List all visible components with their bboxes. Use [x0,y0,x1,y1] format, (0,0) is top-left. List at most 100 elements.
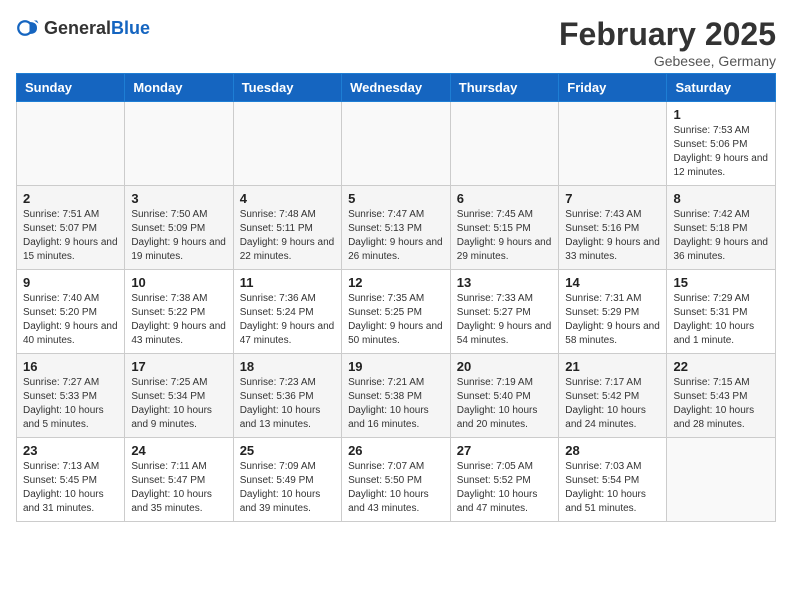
calendar-cell: 19 Sunrise: 7:21 AM Sunset: 5:38 PM Dayli… [342,354,451,438]
calendar-cell: 25Sunrise: 7:09 AM Sunset: 5:49 PM Dayli… [233,438,341,522]
day-number: 21 [565,359,660,374]
calendar-cell: 3 Sunrise: 7:50 AM Sunset: 5:09 PM Daylig… [125,186,233,270]
day-info: Sunrise: 7:47 AM Sunset: 5:13 PM Dayligh… [348,208,444,264]
calendar-cell: 26 Sunrise: 7:07 AM Sunset: 5:50 PM Dayli… [342,438,451,522]
day-info: Sunrise: 7:07 AM Sunset: 5:50 PM Dayligh… [348,460,444,516]
day-info: Sunrise: 7:36 AM Sunset: 5:24 PM Dayligh… [240,292,335,348]
calendar-week-row: 1 Sunrise: 7:53 AM Sunset: 5:06 PM Daylig… [17,102,776,186]
day-info: Sunrise: 7:15 AM Sunset: 5:43 PM Dayligh… [673,376,769,432]
day-number: 27 [457,443,553,458]
day-number: 5 [348,191,444,206]
calendar-cell: 9 Sunrise: 7:40 AM Sunset: 5:20 PM Daylig… [17,270,125,354]
page-header: GeneralBlue February 2025 Gebesee, Germa… [16,16,776,69]
day-info: Sunrise: 7:21 AM Sunset: 5:38 PM Dayligh… [348,376,444,432]
day-number: 6 [457,191,553,206]
day-info: Sunrise: 7:11 AM Sunset: 5:47 PM Dayligh… [131,460,226,516]
day-info: Sunrise: 7:27 AM Sunset: 5:33 PM Dayligh… [23,376,118,432]
weekday-header-saturday: Saturday [667,74,776,102]
calendar-cell: 4 Sunrise: 7:48 AM Sunset: 5:11 PM Daylig… [233,186,341,270]
day-number: 24 [131,443,226,458]
day-number: 4 [240,191,335,206]
day-number: 23 [23,443,118,458]
day-info: Sunrise: 7:13 AM Sunset: 5:45 PM Dayligh… [23,460,118,516]
day-info: Sunrise: 7:48 AM Sunset: 5:11 PM Dayligh… [240,208,335,264]
day-info: Sunrise: 7:29 AM Sunset: 5:31 PM Dayligh… [673,292,769,348]
day-number: 14 [565,275,660,290]
day-info: Sunrise: 7:23 AM Sunset: 5:36 PM Dayligh… [240,376,335,432]
title-section: February 2025 Gebesee, Germany [559,16,776,69]
weekday-header-row: SundayMondayTuesdayWednesdayThursdayFrid… [17,74,776,102]
day-info: Sunrise: 7:03 AM Sunset: 5:54 PM Dayligh… [565,460,660,516]
calendar-week-row: 2Sunrise: 7:51 AM Sunset: 5:07 PM Daylig… [17,186,776,270]
calendar-cell [17,102,125,186]
day-info: Sunrise: 7:43 AM Sunset: 5:16 PM Dayligh… [565,208,660,264]
day-number: 7 [565,191,660,206]
calendar-cell: 24 Sunrise: 7:11 AM Sunset: 5:47 PM Dayli… [125,438,233,522]
calendar-cell: 15 Sunrise: 7:29 AM Sunset: 5:31 PM Dayli… [667,270,776,354]
day-info: Sunrise: 7:42 AM Sunset: 5:18 PM Dayligh… [673,208,769,264]
day-number: 2 [23,191,118,206]
day-number: 17 [131,359,226,374]
calendar-cell: 1 Sunrise: 7:53 AM Sunset: 5:06 PM Daylig… [667,102,776,186]
day-number: 28 [565,443,660,458]
day-info: Sunrise: 7:38 AM Sunset: 5:22 PM Dayligh… [131,292,226,348]
day-number: 15 [673,275,769,290]
calendar-cell: 17 Sunrise: 7:25 AM Sunset: 5:34 PM Dayli… [125,354,233,438]
day-number: 12 [348,275,444,290]
day-number: 11 [240,275,335,290]
day-info: Sunrise: 7:31 AM Sunset: 5:29 PM Dayligh… [565,292,660,348]
day-info: Sunrise: 7:33 AM Sunset: 5:27 PM Dayligh… [457,292,553,348]
calendar-cell: 12 Sunrise: 7:35 AM Sunset: 5:25 PM Dayli… [342,270,451,354]
day-info: Sunrise: 7:40 AM Sunset: 5:20 PM Dayligh… [23,292,118,348]
calendar-cell: 22 Sunrise: 7:15 AM Sunset: 5:43 PM Dayli… [667,354,776,438]
calendar-cell: 16 Sunrise: 7:27 AM Sunset: 5:33 PM Dayli… [17,354,125,438]
day-number: 16 [23,359,118,374]
calendar-cell [233,102,341,186]
calendar-cell [342,102,451,186]
weekday-header-tuesday: Tuesday [233,74,341,102]
day-info: Sunrise: 7:53 AM Sunset: 5:06 PM Dayligh… [673,124,769,180]
calendar-cell [667,438,776,522]
day-number: 20 [457,359,553,374]
calendar-cell: 7 Sunrise: 7:43 AM Sunset: 5:16 PM Daylig… [559,186,667,270]
day-info: Sunrise: 7:35 AM Sunset: 5:25 PM Dayligh… [348,292,444,348]
calendar-cell: 18 Sunrise: 7:23 AM Sunset: 5:36 PM Dayli… [233,354,341,438]
calendar-cell: 23 Sunrise: 7:13 AM Sunset: 5:45 PM Dayli… [17,438,125,522]
calendar-cell: 21 Sunrise: 7:17 AM Sunset: 5:42 PM Dayli… [559,354,667,438]
day-number: 13 [457,275,553,290]
day-number: 19 [348,359,444,374]
day-info: Sunrise: 7:50 AM Sunset: 5:09 PM Dayligh… [131,208,226,264]
day-number: 1 [673,107,769,122]
calendar-cell: 27 Sunrise: 7:05 AM Sunset: 5:52 PM Dayli… [450,438,559,522]
calendar-cell: 28 Sunrise: 7:03 AM Sunset: 5:54 PM Dayli… [559,438,667,522]
day-number: 8 [673,191,769,206]
day-info: Sunrise: 7:17 AM Sunset: 5:42 PM Dayligh… [565,376,660,432]
day-info: Sunrise: 7:25 AM Sunset: 5:34 PM Dayligh… [131,376,226,432]
logo-general: General [44,18,111,38]
day-number: 22 [673,359,769,374]
day-info: Sunrise: 7:45 AM Sunset: 5:15 PM Dayligh… [457,208,553,264]
calendar-cell: 5 Sunrise: 7:47 AM Sunset: 5:13 PM Daylig… [342,186,451,270]
calendar-cell: 14 Sunrise: 7:31 AM Sunset: 5:29 PM Dayli… [559,270,667,354]
calendar-cell [450,102,559,186]
day-number: 18 [240,359,335,374]
weekday-header-sunday: Sunday [17,74,125,102]
calendar-cell: 2Sunrise: 7:51 AM Sunset: 5:07 PM Daylig… [17,186,125,270]
calendar-cell [559,102,667,186]
day-info: Sunrise: 7:19 AM Sunset: 5:40 PM Dayligh… [457,376,553,432]
weekday-header-thursday: Thursday [450,74,559,102]
day-number: 3 [131,191,226,206]
logo-blue: Blue [111,18,150,38]
calendar-cell: 6 Sunrise: 7:45 AM Sunset: 5:15 PM Daylig… [450,186,559,270]
day-info: Sunrise: 7:05 AM Sunset: 5:52 PM Dayligh… [457,460,553,516]
day-number: 9 [23,275,118,290]
weekday-header-friday: Friday [559,74,667,102]
calendar-cell [125,102,233,186]
day-number: 26 [348,443,444,458]
logo-text: GeneralBlue [44,18,150,39]
calendar-week-row: 23 Sunrise: 7:13 AM Sunset: 5:45 PM Dayli… [17,438,776,522]
calendar-cell: 20 Sunrise: 7:19 AM Sunset: 5:40 PM Dayli… [450,354,559,438]
calendar-cell: 13 Sunrise: 7:33 AM Sunset: 5:27 PM Dayli… [450,270,559,354]
calendar-week-row: 16 Sunrise: 7:27 AM Sunset: 5:33 PM Dayli… [17,354,776,438]
calendar-table: SundayMondayTuesdayWednesdayThursdayFrid… [16,73,776,522]
